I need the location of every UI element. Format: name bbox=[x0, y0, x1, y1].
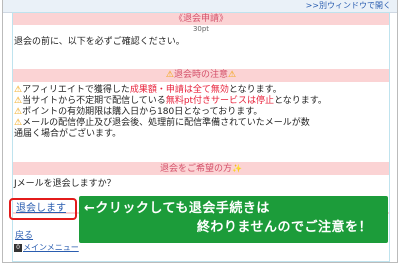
sparkle-icon: ✨ bbox=[232, 164, 242, 173]
leave-section-title: 退会をご希望の方 bbox=[160, 164, 233, 174]
leave-band: 退会をご希望の方✨ bbox=[13, 162, 389, 175]
callout-line-2: 終わりませんのでご注意を！ bbox=[196, 220, 372, 235]
header-band: 《退会申請》 bbox=[13, 13, 389, 25]
warning-icon: ⚠ bbox=[165, 70, 174, 80]
warning-icon: ⚠ bbox=[14, 85, 23, 95]
warning-icon: ⚠ bbox=[14, 118, 23, 128]
open-new-window-link[interactable]: >>別ウィンドウで開く bbox=[306, 1, 391, 11]
warning-icon: ⚠ bbox=[228, 70, 237, 80]
notice-band: ⚠退会時の注意⚠ bbox=[13, 69, 389, 82]
warning-icon: ⚠ bbox=[14, 107, 23, 117]
key-0-icon: 0 bbox=[14, 243, 22, 252]
callout-line-1: ←クリックしても退会手続きは bbox=[84, 201, 270, 216]
callout-text: ←クリックしても退会手続きは 終わりませんのでご注意を！ bbox=[80, 199, 386, 237]
notice-title: 退会時の注意 bbox=[173, 70, 228, 80]
page-frame: >>別ウィンドウで開く 《退会申請》 30pt 退会の前に、以下を必ずご確認くだ… bbox=[0, 0, 402, 265]
back-link[interactable]: 戻る bbox=[15, 231, 33, 242]
highlight-box bbox=[9, 198, 77, 220]
leave-question: Jメールを退会しますか？ bbox=[14, 179, 116, 189]
notice-item: ⚠ポイントの有効期限は購入日から180日となっております。 bbox=[14, 107, 263, 117]
notice-item: ⚠アフィリエイトで獲得した成果額・申請は全て無効となります。 bbox=[14, 85, 282, 95]
notice-item-continuation: 通届く場合がございます。 bbox=[14, 129, 122, 139]
page-title: 《退会申請》 bbox=[173, 14, 228, 24]
warning-icon: ⚠ bbox=[14, 96, 23, 106]
intro-text: 退会の前に、以下を必ずご確認ください。 bbox=[14, 37, 185, 47]
points-label: 30pt bbox=[192, 25, 210, 33]
main-menu-link[interactable]: 0 メインメニュー bbox=[14, 242, 79, 253]
notice-item: ⚠当サイトから不定期で配信している無料pt付きサービスは停止となります。 bbox=[14, 96, 327, 106]
notice-item: ⚠メールの配信停止及び退会後、処理前に配信準備されていたメールが数 bbox=[14, 118, 310, 128]
